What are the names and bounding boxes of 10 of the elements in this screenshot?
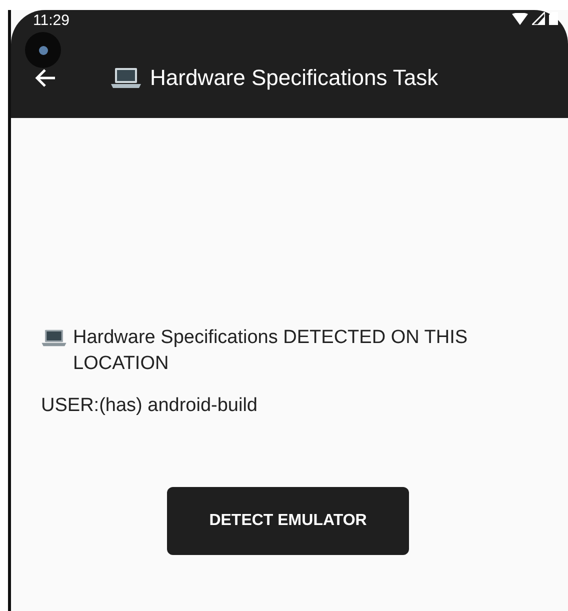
user-info: USER:(has) android-build: [41, 394, 258, 418]
back-button[interactable]: [34, 68, 56, 88]
detect-emulator-button[interactable]: DETECT EMULATOR: [167, 487, 409, 555]
app-bar-title: Hardware Specifications Task: [150, 65, 438, 91]
laptop-icon: [41, 329, 67, 347]
detection-message: Hardware Specifications DETECTED ON THIS LOCATION: [73, 326, 469, 376]
status-time: 11:29: [33, 12, 70, 30]
camera-hole-icon: [25, 32, 61, 68]
wifi-icon: [512, 12, 528, 24]
laptop-icon: [111, 67, 141, 89]
